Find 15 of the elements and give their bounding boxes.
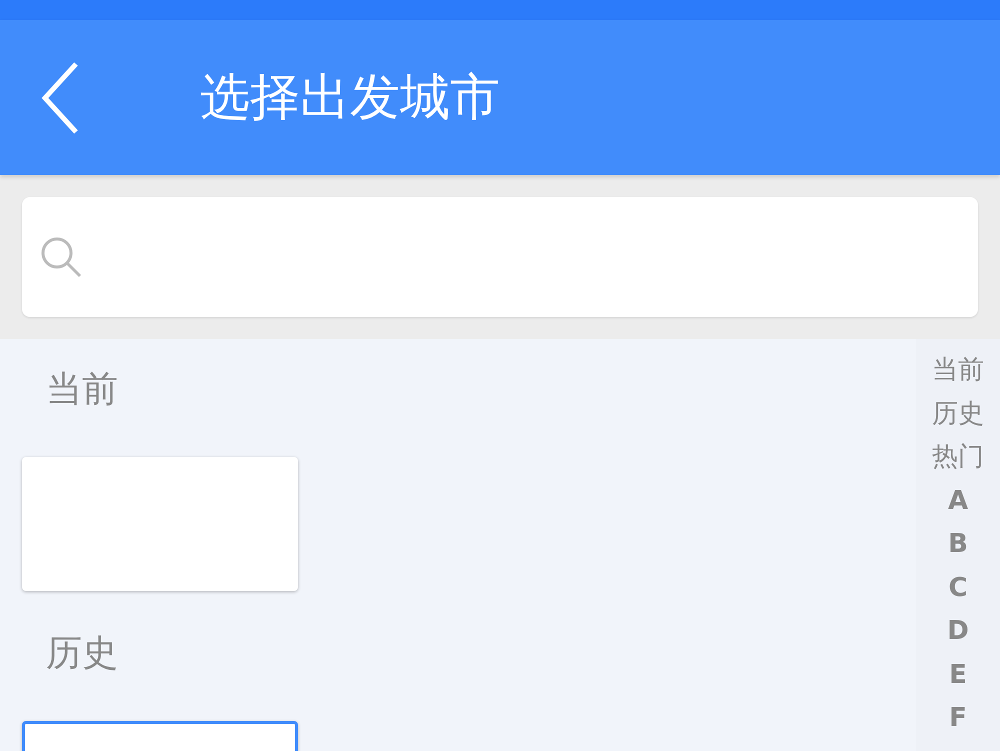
page-title: 选择出发城市	[200, 67, 500, 128]
index-letter[interactable]: E	[949, 654, 967, 697]
index-letter[interactable]: 热门	[932, 436, 984, 480]
back-icon	[40, 60, 80, 136]
section-heading: 当前	[45, 368, 119, 412]
index-letter[interactable]: B	[948, 523, 968, 566]
section-heading: 历史	[45, 632, 119, 676]
index-letter[interactable]: 历史	[932, 392, 984, 436]
search-icon	[40, 236, 82, 278]
index-letter[interactable]: F	[949, 697, 967, 740]
index-letter[interactable]: A	[948, 480, 968, 523]
index-letter[interactable]: D	[947, 610, 969, 654]
search-field[interactable]	[22, 197, 978, 317]
index-letter[interactable]: C	[948, 566, 968, 610]
index-letter[interactable]: 当前	[932, 349, 984, 392]
